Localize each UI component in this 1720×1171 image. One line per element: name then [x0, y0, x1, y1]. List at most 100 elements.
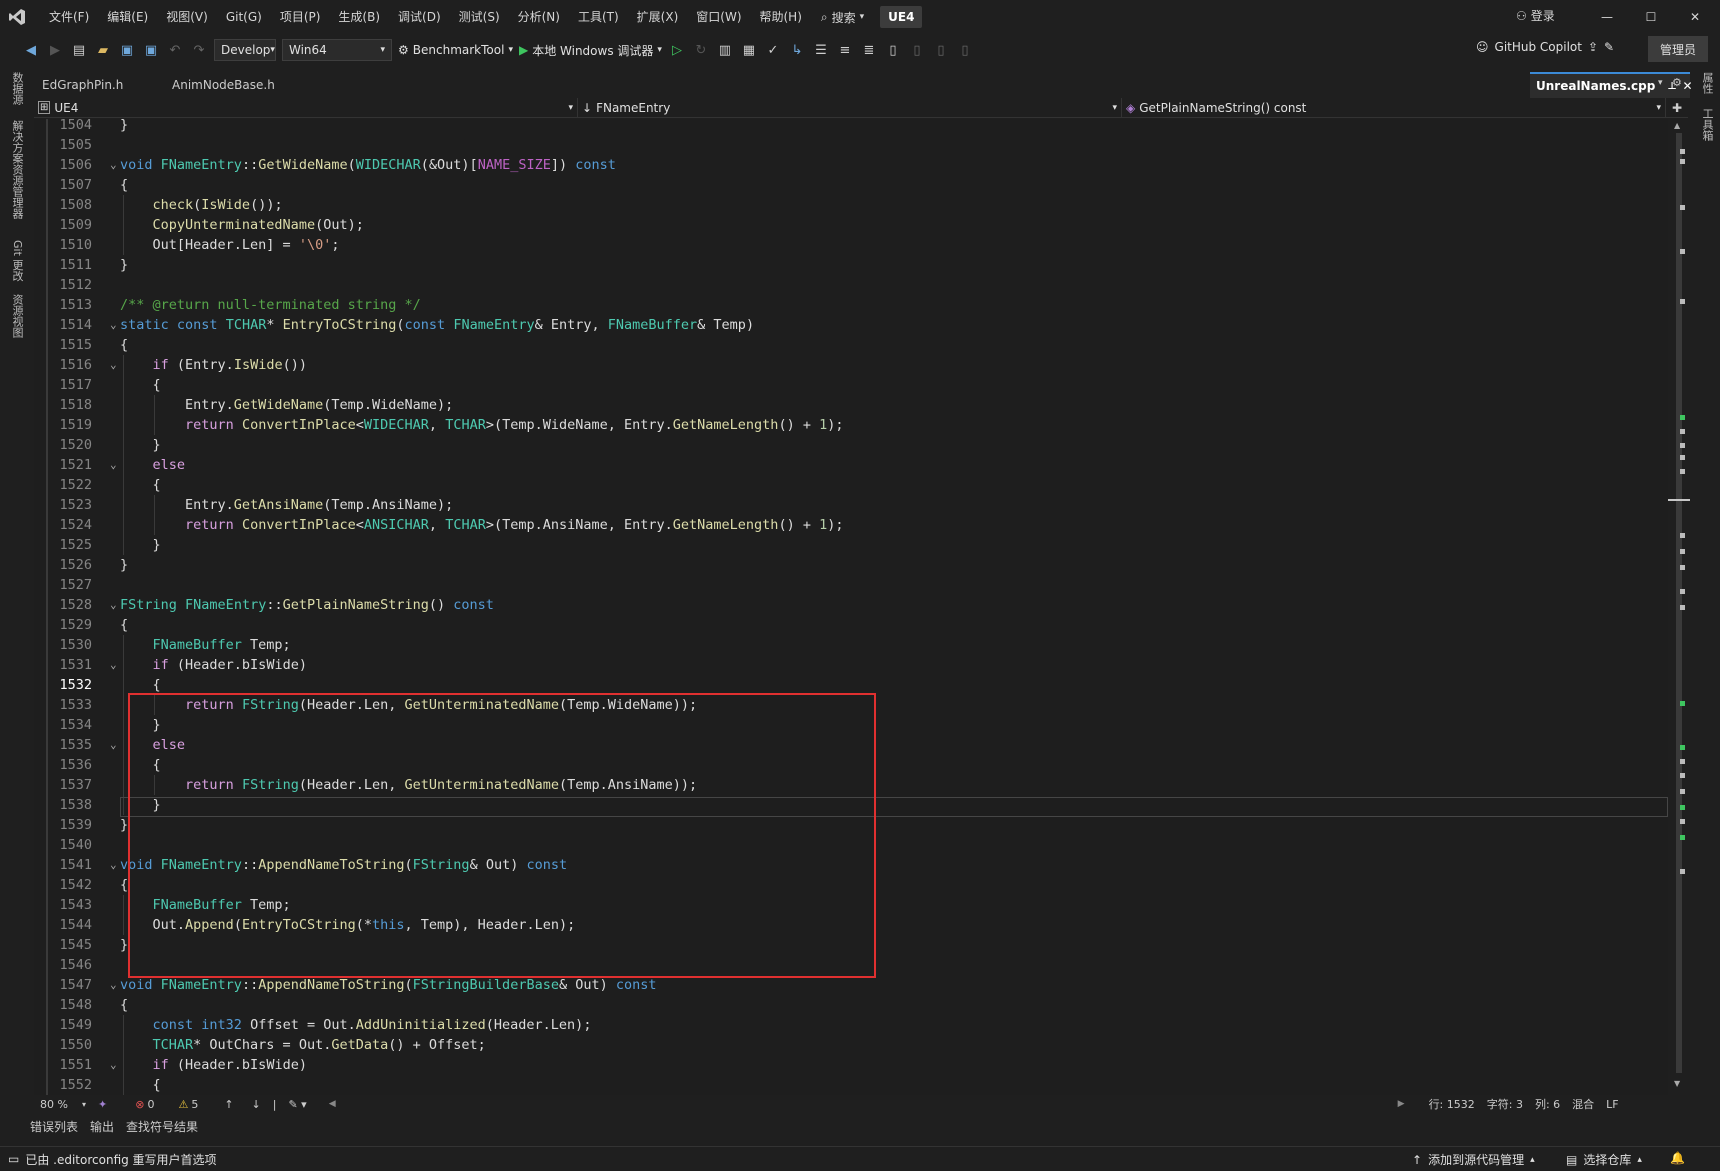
- notifications-bell-icon[interactable]: 🔔: [1670, 1151, 1685, 1165]
- code-line[interactable]: 1517 {: [34, 375, 1668, 395]
- step-icon[interactable]: ↳: [788, 41, 806, 59]
- code-editor[interactable]: 1504} 1505 1506 ⌄ void FNameEntry::GetWideNa…: [34, 119, 1668, 1095]
- copilot-status-icon[interactable]: ✦: [92, 1098, 113, 1111]
- code-line[interactable]: 1504}: [34, 119, 1668, 135]
- tab-git-changes[interactable]: Git 更改: [9, 240, 25, 281]
- code-line[interactable]: 1523 Entry.GetAnsiName(Temp.AnsiName);: [34, 495, 1668, 515]
- code-line[interactable]: 1547 ⌄ void FNameEntry::AppendNameToString…: [34, 975, 1668, 995]
- member-dropdown[interactable]: ◈ GetPlainNameString() const ▾: [1122, 97, 1666, 118]
- layout-icon[interactable]: ▦: [740, 41, 758, 59]
- tab-toolbox[interactable]: 工具箱: [1699, 108, 1715, 141]
- uncomment-icon[interactable]: ≣: [860, 41, 878, 59]
- code-cleanup-icon[interactable]: ✎ ▾: [282, 1098, 312, 1111]
- code-line[interactable]: 1528 ⌄ FString FNameEntry::GetPlainNameStr…: [34, 595, 1668, 615]
- tab-data-sources[interactable]: 数据源: [9, 72, 25, 105]
- code-line[interactable]: 1509 CopyUnterminatedName(Out);: [34, 215, 1668, 235]
- code-line[interactable]: 1532 {: [34, 675, 1668, 695]
- code-line[interactable]: 1548 {: [34, 995, 1668, 1015]
- code-line[interactable]: 1549 const int32 Offset = Out.AddUniniti…: [34, 1015, 1668, 1035]
- tab-output[interactable]: 输出: [90, 1118, 114, 1138]
- start-debugger-button[interactable]: ▶ 本地 Windows 调试器 ▾: [519, 42, 662, 59]
- settings-gear-icon[interactable]: ⚙: [1672, 76, 1682, 89]
- tab-solution-explorer[interactable]: 解决方案资源管理器: [9, 120, 25, 219]
- menu-item-3[interactable]: Git(G): [217, 0, 271, 34]
- errors-indicator[interactable]: ⊗ 0: [129, 1098, 160, 1111]
- menu-item-4[interactable]: 项目(P): [271, 0, 330, 34]
- code-line[interactable]: 1530 FNameBuffer Temp;: [34, 635, 1668, 655]
- menu-item-0[interactable]: 文件(F): [40, 0, 98, 34]
- redo-icon[interactable]: ↷: [190, 41, 208, 59]
- code-line[interactable]: 1550 TCHAR* OutChars = Out.GetData() + O…: [34, 1035, 1668, 1055]
- code-line[interactable]: 1526}: [34, 555, 1668, 575]
- tab-find-symbol-results[interactable]: 查找符号结果: [126, 1118, 198, 1138]
- spell-check-icon[interactable]: ✓: [764, 41, 782, 59]
- code-line[interactable]: 1522 {: [34, 475, 1668, 495]
- code-line[interactable]: 1527: [34, 575, 1668, 595]
- github-copilot-button[interactable]: ☺ GitHub Copilot ⇪ ✎: [1476, 40, 1614, 54]
- code-line[interactable]: 1505: [34, 135, 1668, 155]
- code-line[interactable]: 1552 {: [34, 1075, 1668, 1095]
- char-indicator[interactable]: 字符: 3: [1481, 1096, 1529, 1112]
- previous-issue-icon[interactable]: ↑: [218, 1098, 239, 1111]
- indentation-indicator[interactable]: 混合: [1566, 1096, 1600, 1112]
- menu-item-1[interactable]: 编辑(E): [98, 0, 157, 34]
- comment-icon[interactable]: ☰: [812, 41, 830, 59]
- code-line[interactable]: 1513 /** @return null-terminated string *…: [34, 295, 1668, 315]
- prev-bookmark-icon[interactable]: ▯: [908, 41, 926, 59]
- menu-item-9[interactable]: 工具(T): [569, 0, 628, 34]
- project-dropdown[interactable]: ⊞ UE4 ▾: [34, 97, 578, 118]
- tab-resource-view[interactable]: 资源视图: [9, 294, 25, 338]
- add-to-source-control-button[interactable]: ↑ 添加到源代码管理 ▴: [1412, 1151, 1535, 1168]
- vertical-scrollbar[interactable]: ▲ ▼: [1668, 119, 1690, 1095]
- code-line[interactable]: 1525 }: [34, 535, 1668, 555]
- search-button[interactable]: ⌕ 搜索 ▾: [811, 9, 874, 26]
- code-line[interactable]: 1512: [34, 275, 1668, 295]
- scope-dropdown[interactable]: ↓ FNameEntry ▾: [578, 97, 1122, 118]
- code-line[interactable]: 1507 {: [34, 175, 1668, 195]
- menu-item-5[interactable]: 生成(B): [329, 0, 389, 34]
- code-line[interactable]: 1510 Out[Header.Len] = '\0';: [34, 235, 1668, 255]
- scroll-left-icon[interactable]: ◀: [323, 1099, 342, 1109]
- fold-toggle-icon[interactable]: ⌄: [110, 655, 117, 675]
- bookmark-icon[interactable]: ▯: [884, 41, 902, 59]
- tab-overflow-icon[interactable]: ▾: [1658, 78, 1663, 88]
- line-indicator[interactable]: 行: 1532: [1423, 1096, 1481, 1112]
- save-icon[interactable]: ▣: [118, 41, 136, 59]
- minimize-button[interactable]: —: [1584, 0, 1630, 34]
- code-line[interactable]: 1531 ⌄ if (Header.bIsWide): [34, 655, 1668, 675]
- code-line[interactable]: 1506 ⌄ void FNameEntry::GetWideName(WIDECH…: [34, 155, 1668, 175]
- select-repository-button[interactable]: ▤ 选择仓库 ▴: [1566, 1151, 1642, 1168]
- indent-icon[interactable]: ≡: [836, 41, 854, 59]
- scroll-down-icon[interactable]: ▼: [1674, 1079, 1680, 1088]
- save-all-icon[interactable]: ▣: [142, 41, 160, 59]
- menu-item-12[interactable]: 帮助(H): [751, 0, 811, 34]
- code-line[interactable]: 1524 return ConvertInPlace<ANSICHAR, TCH…: [34, 515, 1668, 535]
- code-line[interactable]: 1520 }: [34, 435, 1668, 455]
- start-without-debugging-icon[interactable]: ▷: [668, 41, 686, 59]
- forward-icon[interactable]: ▶: [46, 41, 64, 59]
- doc-tab-animnodebase[interactable]: AnimNodeBase.h: [164, 72, 294, 98]
- fold-toggle-icon[interactable]: ⌄: [110, 855, 117, 875]
- menu-item-6[interactable]: 调试(D): [389, 0, 450, 34]
- next-bookmark-icon[interactable]: ▯: [932, 41, 950, 59]
- visual-studio-logo-icon[interactable]: [0, 0, 34, 34]
- menu-item-8[interactable]: 分析(N): [509, 0, 569, 34]
- menu-item-7[interactable]: 测试(S): [450, 0, 509, 34]
- fold-toggle-icon[interactable]: ⌄: [110, 455, 117, 475]
- code-line[interactable]: 1508 check(IsWide());: [34, 195, 1668, 215]
- new-project-icon[interactable]: ▤: [70, 41, 88, 59]
- fold-toggle-icon[interactable]: ⌄: [110, 355, 117, 375]
- code-line[interactable]: 1511}: [34, 255, 1668, 275]
- code-line[interactable]: 1519 return ConvertInPlace<WIDECHAR, TCH…: [34, 415, 1668, 435]
- column-indicator[interactable]: 列: 6: [1529, 1096, 1566, 1112]
- fold-toggle-icon[interactable]: ⌄: [110, 315, 117, 335]
- close-window-button[interactable]: ✕: [1672, 0, 1718, 34]
- close-icon[interactable]: ✕: [1682, 79, 1692, 93]
- menu-item-10[interactable]: 扩展(X): [628, 0, 688, 34]
- next-issue-icon[interactable]: ↓: [246, 1098, 267, 1111]
- notification-message-icon[interactable]: ▭: [8, 1152, 19, 1166]
- clear-bookmarks-icon[interactable]: ▯: [956, 41, 974, 59]
- maximize-button[interactable]: ☐: [1628, 0, 1674, 34]
- menu-item-11[interactable]: 窗口(W): [687, 0, 750, 34]
- menu-item-2[interactable]: 视图(V): [157, 0, 217, 34]
